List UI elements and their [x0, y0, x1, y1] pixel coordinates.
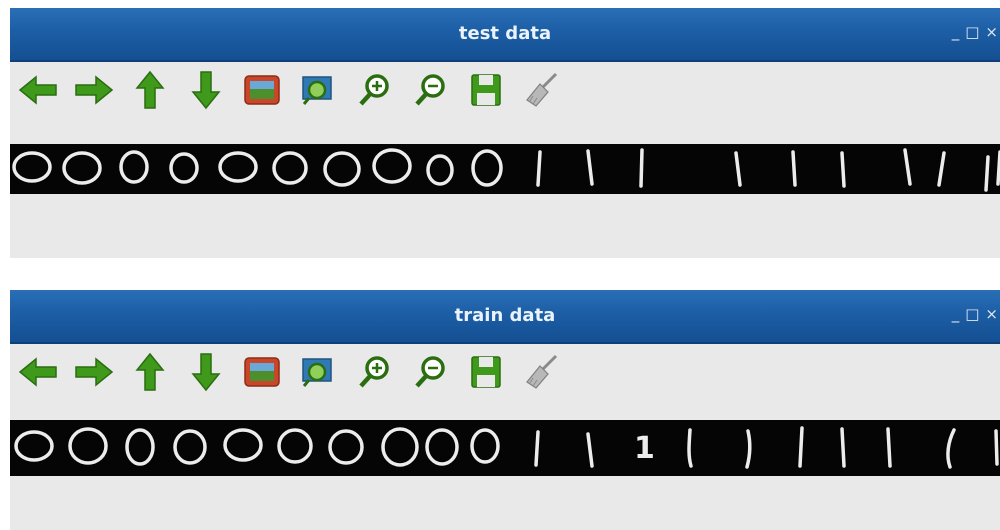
digit-one — [536, 150, 542, 187]
clear-button[interactable] — [514, 62, 570, 118]
digit-one — [586, 149, 594, 186]
zoom-fit-icon — [302, 358, 332, 387]
digit-one — [791, 150, 797, 187]
digit-one — [687, 428, 693, 468]
zoom-fit-button[interactable] — [290, 62, 346, 118]
digit-one — [937, 151, 946, 187]
digit-one — [840, 151, 846, 188]
digit-zero — [425, 428, 459, 466]
arrow-down-icon — [191, 71, 221, 110]
digit-one — [586, 432, 594, 468]
minimize-button[interactable]: _ — [952, 23, 960, 41]
toolbar — [10, 344, 570, 400]
arrow-up-icon — [135, 70, 165, 109]
up-button[interactable] — [122, 344, 178, 400]
test-data-window: test data _ □ × — [10, 8, 1000, 258]
zoom-out-icon — [415, 74, 445, 106]
down-button[interactable] — [178, 344, 234, 400]
window-title: test data — [458, 23, 552, 44]
window-controls: _ □ × — [952, 23, 998, 41]
image-button[interactable] — [234, 62, 290, 118]
digit-zero — [471, 149, 503, 187]
save-button[interactable] — [458, 344, 514, 400]
title-bar[interactable]: test data _ □ × — [10, 8, 1000, 62]
digit-zero — [125, 428, 155, 466]
train-data-window: train data _ □ × 1 — [10, 290, 1000, 530]
digit-zero — [218, 151, 258, 183]
digit-zero — [470, 428, 500, 464]
digit-zero — [223, 428, 263, 462]
save-icon — [471, 356, 501, 388]
save-icon — [471, 74, 501, 106]
digit-one — [994, 429, 999, 466]
down-button[interactable] — [178, 62, 234, 118]
broom-icon — [526, 354, 558, 389]
digit-zero — [68, 427, 108, 465]
digit-zero — [62, 151, 102, 185]
arrow-left-icon — [18, 357, 57, 387]
maximize-button[interactable]: □ — [965, 305, 979, 323]
digit-one — [639, 148, 644, 188]
window-title: train data — [454, 305, 556, 326]
save-button[interactable] — [458, 62, 514, 118]
image-icon — [244, 75, 280, 105]
close-button[interactable]: × — [985, 305, 998, 323]
arrow-right-icon — [75, 75, 114, 105]
digit-zero — [12, 151, 52, 183]
printed-digit: 1 — [634, 431, 655, 466]
zoom-fit-button[interactable] — [290, 344, 346, 400]
zoom-in-button[interactable] — [346, 344, 402, 400]
previous-button[interactable] — [10, 344, 66, 400]
minimize-button[interactable]: _ — [952, 305, 960, 323]
zoom-fit-icon — [302, 76, 332, 105]
digit-zero — [426, 154, 454, 186]
arrow-right-icon — [75, 357, 114, 387]
previous-button[interactable] — [10, 62, 66, 118]
zoom-out-button[interactable] — [402, 344, 458, 400]
digit-one — [946, 428, 956, 469]
window-controls: _ □ × — [952, 305, 998, 323]
toolbar — [10, 62, 570, 118]
zoom-out-icon — [415, 356, 445, 388]
digit-one — [734, 151, 742, 187]
digit-one — [886, 427, 892, 468]
digit-zero — [173, 429, 207, 465]
maximize-button[interactable]: □ — [965, 23, 979, 41]
digit-zero — [277, 428, 313, 464]
digit-zero — [372, 148, 412, 184]
digit-one — [534, 430, 540, 467]
image-icon — [244, 357, 280, 387]
next-button[interactable] — [66, 62, 122, 118]
digit-zero — [119, 150, 149, 184]
digit-zero — [323, 151, 361, 187]
digit-one — [798, 426, 804, 468]
arrow-left-icon — [18, 75, 57, 105]
digit-one — [903, 148, 912, 186]
clear-button[interactable] — [514, 344, 570, 400]
zoom-in-button[interactable] — [346, 62, 402, 118]
digit-one — [840, 427, 846, 468]
arrow-up-icon — [135, 352, 165, 391]
zoom-in-icon — [359, 356, 389, 388]
broom-icon — [526, 72, 558, 107]
digit-zero — [169, 152, 199, 184]
digit-zero — [14, 430, 54, 462]
digit-image-strip — [10, 144, 1000, 194]
title-bar[interactable]: train data _ □ × — [10, 290, 1000, 344]
digit-zero — [328, 429, 364, 465]
image-button[interactable] — [234, 344, 290, 400]
digit-one — [984, 155, 990, 192]
zoom-in-icon — [359, 74, 389, 106]
digit-zero — [381, 427, 419, 467]
close-button[interactable]: × — [985, 23, 998, 41]
up-button[interactable] — [122, 62, 178, 118]
zoom-out-button[interactable] — [402, 62, 458, 118]
arrow-down-icon — [191, 353, 221, 392]
next-button[interactable] — [66, 344, 122, 400]
digit-zero — [272, 151, 308, 185]
digit-one — [745, 429, 752, 469]
digit-image-strip: 1 — [10, 420, 1000, 476]
